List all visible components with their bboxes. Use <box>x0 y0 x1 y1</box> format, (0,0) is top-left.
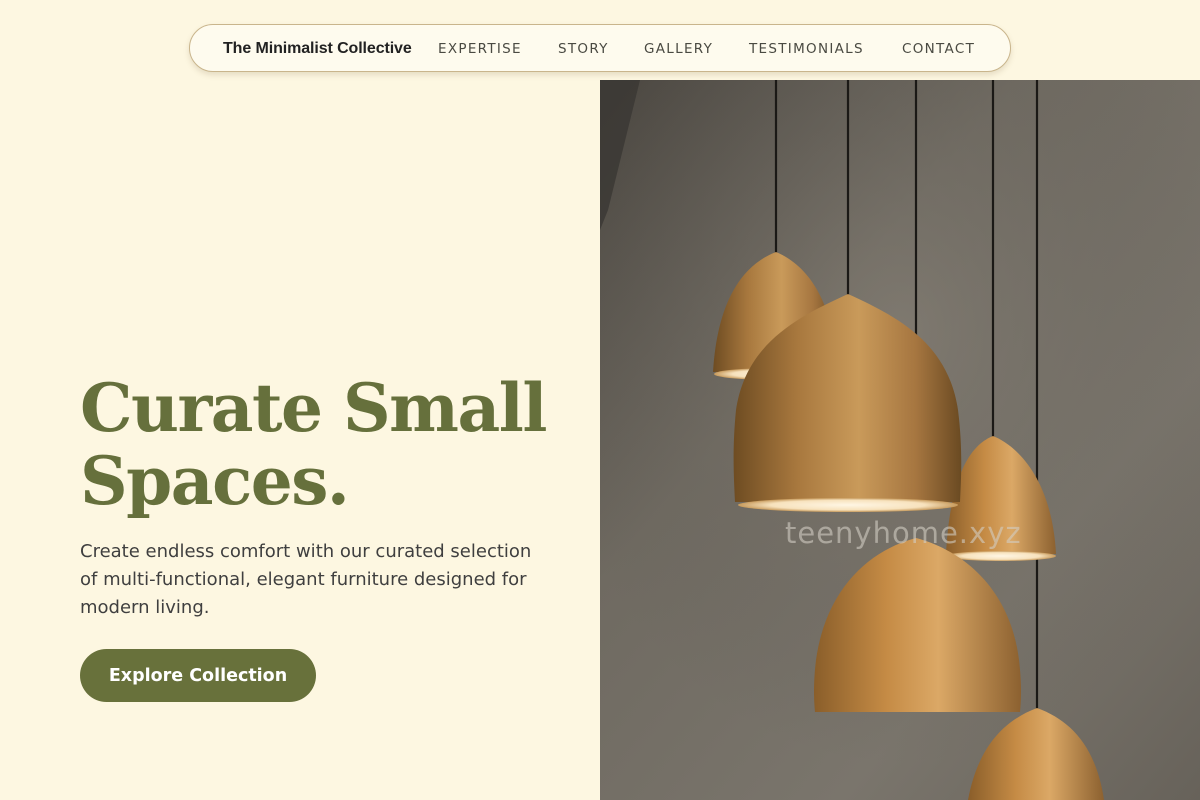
image-watermark: teenyhome.xyz <box>785 516 1022 550</box>
nav-link-testimonials[interactable]: TESTIMONIALS <box>749 41 864 57</box>
explore-collection-button[interactable]: Explore Collection <box>80 649 316 702</box>
nav-link-story[interactable]: STORY <box>558 41 609 57</box>
hero-title-line-2: Spaces. <box>80 442 350 520</box>
hero-subtitle: Create endless comfort with our curated … <box>80 541 532 618</box>
hero-image-pendant-lamps: teenyhome.xyz <box>600 80 1200 800</box>
nav-link-gallery[interactable]: GALLERY <box>644 41 713 57</box>
brand-logo[interactable]: The Minimalist Collective <box>223 40 412 58</box>
hero-title: Curate Small Spaces. <box>80 372 580 518</box>
hero-title-line-1: Curate Small <box>80 369 547 447</box>
top-nav: The Minimalist Collective EXPERTISE STOR… <box>189 24 1011 72</box>
page: The Minimalist Collective EXPERTISE STOR… <box>0 0 1200 800</box>
nav-link-expertise[interactable]: EXPERTISE <box>438 41 522 57</box>
pendant-lamps-illustration <box>600 80 1200 800</box>
nav-link-contact[interactable]: CONTACT <box>902 41 975 57</box>
